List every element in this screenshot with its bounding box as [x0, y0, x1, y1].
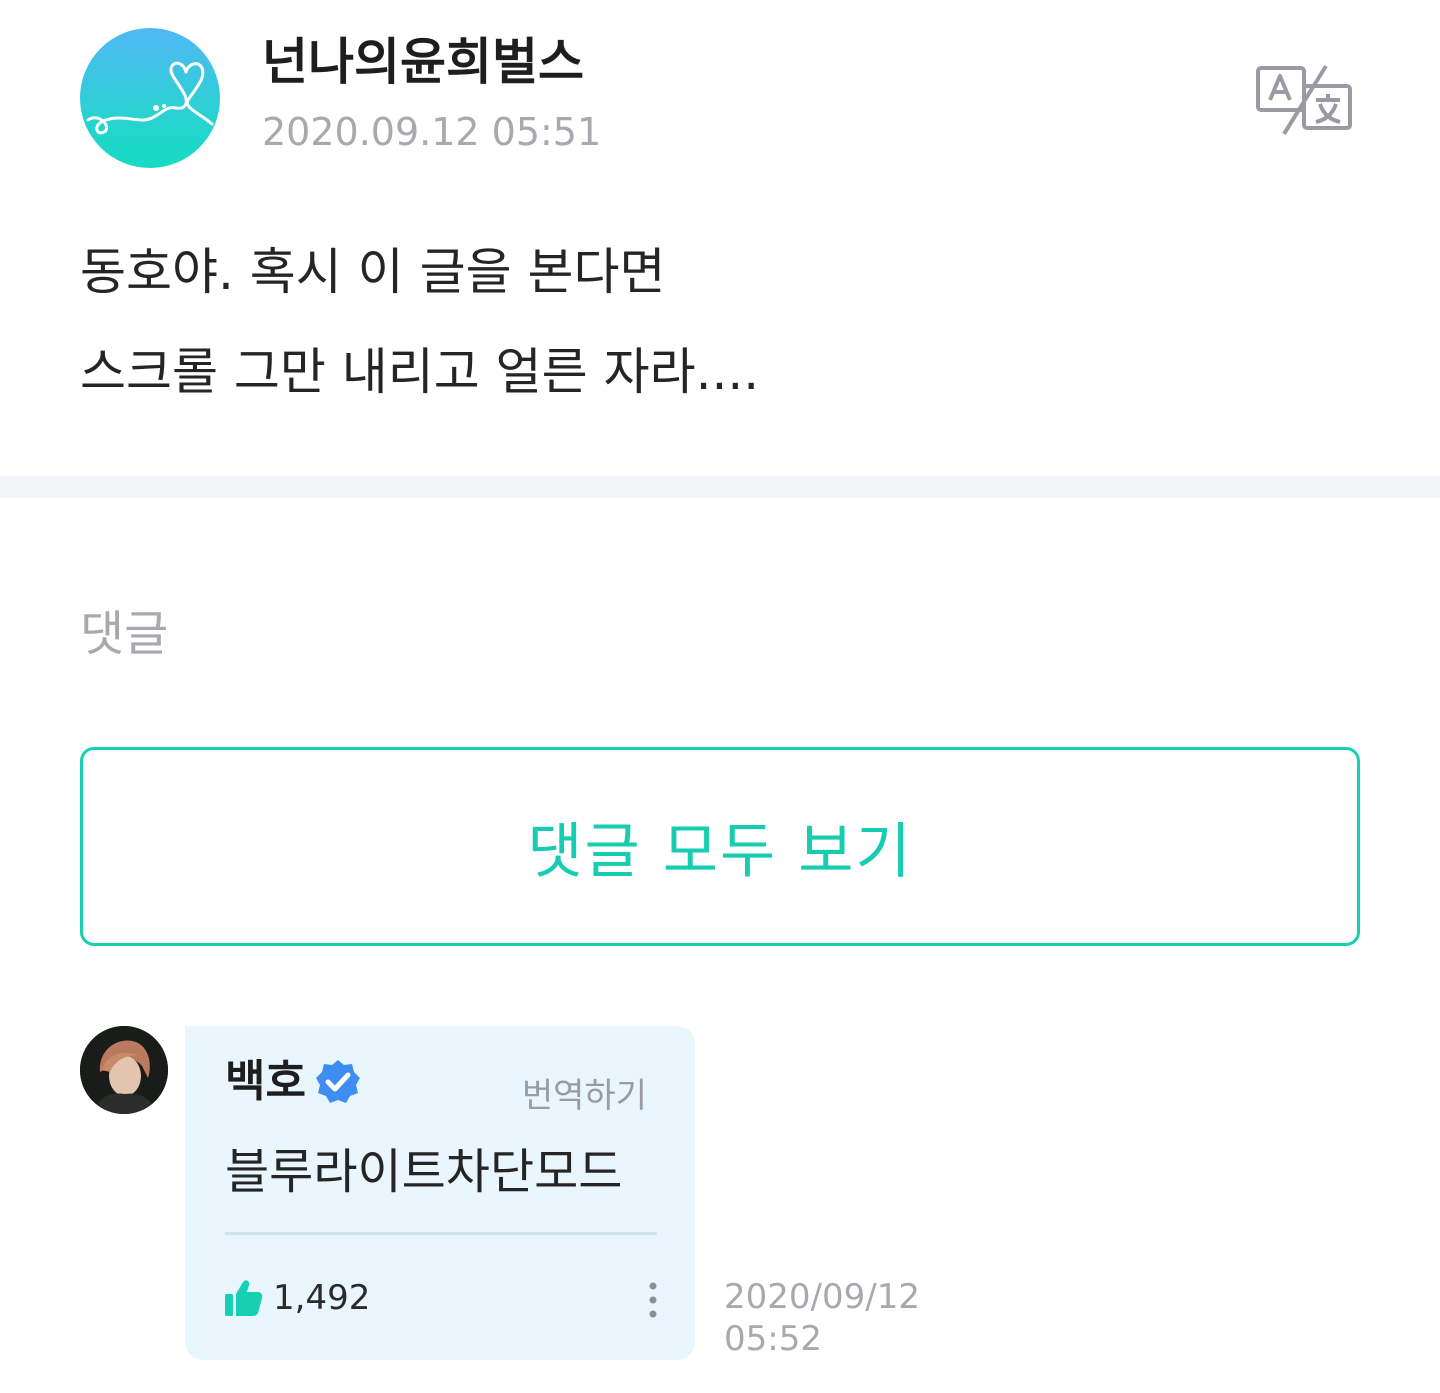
comment-date: 2020/09/12 [724, 1277, 920, 1317]
comment-divider [225, 1232, 657, 1235]
comments-heading: 댓글 [80, 606, 169, 662]
section-divider [0, 476, 1440, 498]
author-name[interactable]: 넌나의윤희벌스 [262, 30, 584, 94]
post-body: 동호야. 혹시 이 글을 본다면 스크롤 그만 내리고 얼른 자라.... [80, 222, 1360, 422]
commenter-avatar[interactable] [80, 1026, 168, 1114]
post-text-line: 동호야. 혹시 이 글을 본다면 [80, 243, 666, 301]
like-count: 1,492 [273, 1278, 371, 1318]
post-header: 넌나의윤희벌스 2020.09.12 05:51 [0, 0, 1440, 190]
author-avatar[interactable] [80, 28, 220, 168]
view-all-comments-button[interactable]: 댓글 모두 보기 [80, 747, 1360, 946]
verified-badge-icon [315, 1060, 360, 1103]
post-text-line: 스크롤 그만 내리고 얼른 자라.... [80, 343, 760, 401]
comment-time: 05:52 [724, 1319, 822, 1359]
like-button[interactable]: 1,492 [223, 1278, 370, 1318]
translate-icon[interactable] [1254, 64, 1358, 136]
comment-bubble: 백호 번역하기 블루라이트차단모드 1,492 [185, 1026, 695, 1360]
post-timestamp: 2020.09.12 05:51 [262, 110, 602, 154]
more-options-icon[interactable] [641, 1280, 665, 1320]
heart-doodle-icon [86, 61, 214, 135]
profile-photo-icon [80, 1026, 168, 1114]
view-all-comments-label: 댓글 모두 보기 [527, 817, 913, 887]
translate-comment-link[interactable]: 번역하기 [522, 1068, 647, 1117]
commenter: 백호 [225, 1054, 362, 1110]
comment-timestamp: 2020/09/12 05:52 [724, 1276, 920, 1360]
commenter-name[interactable]: 백호 [225, 1054, 306, 1110]
thumbs-up-icon [225, 1280, 263, 1316]
comment-text: 블루라이트차단모드 [225, 1144, 623, 1200]
